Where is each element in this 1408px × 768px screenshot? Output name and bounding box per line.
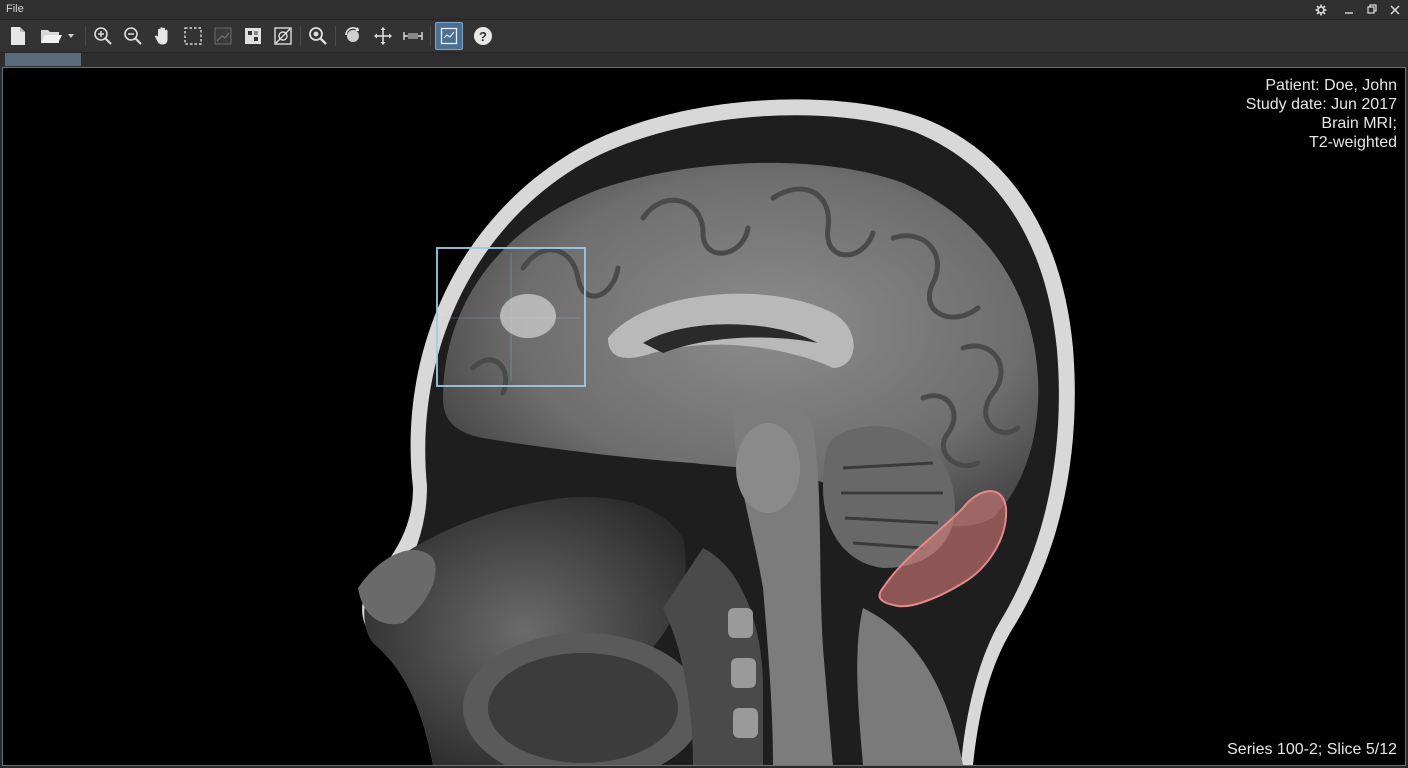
close-icon[interactable] — [1384, 1, 1406, 18]
tab-strip — [0, 53, 1408, 67]
sequence-type: T2-weighted — [1308, 134, 1397, 151]
image-viewer[interactable]: Patient: Doe, John Study date: Jun 2017 … — [2, 67, 1406, 766]
rotate-icon[interactable] — [340, 23, 366, 49]
help-icon[interactable]: ? — [470, 23, 496, 49]
zoom-in-icon[interactable] — [90, 23, 116, 49]
image-tab[interactable] — [5, 53, 81, 66]
patient-name: Patient: Doe, John — [1265, 77, 1397, 94]
series-slice-info: Series 100-2; Slice 5/12 — [1227, 741, 1397, 758]
menu-file[interactable]: File — [6, 3, 24, 15]
invert-icon[interactable] — [240, 23, 266, 49]
select-rectangle-icon[interactable] — [180, 23, 206, 49]
roi-overlay-icon[interactable] — [435, 22, 463, 50]
patient-info-overlay: Patient: Doe, John Study date: Jun 2017 … — [1246, 76, 1397, 152]
study-date: Study date: Jun 2017 — [1245, 96, 1397, 113]
move-icon[interactable] — [370, 23, 396, 49]
svg-text:?: ? — [479, 29, 487, 44]
open-dropdown-arrow-icon[interactable] — [64, 23, 78, 49]
settings-icon[interactable] — [1310, 1, 1332, 18]
restore-icon[interactable] — [1361, 1, 1383, 18]
measure-icon[interactable] — [400, 23, 426, 49]
minimize-icon[interactable] — [1338, 1, 1360, 18]
title-bar: File — [0, 0, 1408, 20]
study-type: Brain MRI; — [1321, 115, 1397, 132]
window-level-icon[interactable] — [210, 23, 236, 49]
contrast-icon[interactable] — [270, 23, 296, 49]
magnify-icon[interactable] — [305, 23, 331, 49]
pan-hand-icon[interactable] — [150, 23, 176, 49]
zoom-out-icon[interactable] — [120, 23, 146, 49]
toolbar: ? — [0, 20, 1408, 53]
open-folder-icon[interactable] — [37, 23, 65, 49]
new-file-icon[interactable] — [5, 23, 31, 49]
mri-sagittal-image[interactable] — [3, 68, 1405, 765]
